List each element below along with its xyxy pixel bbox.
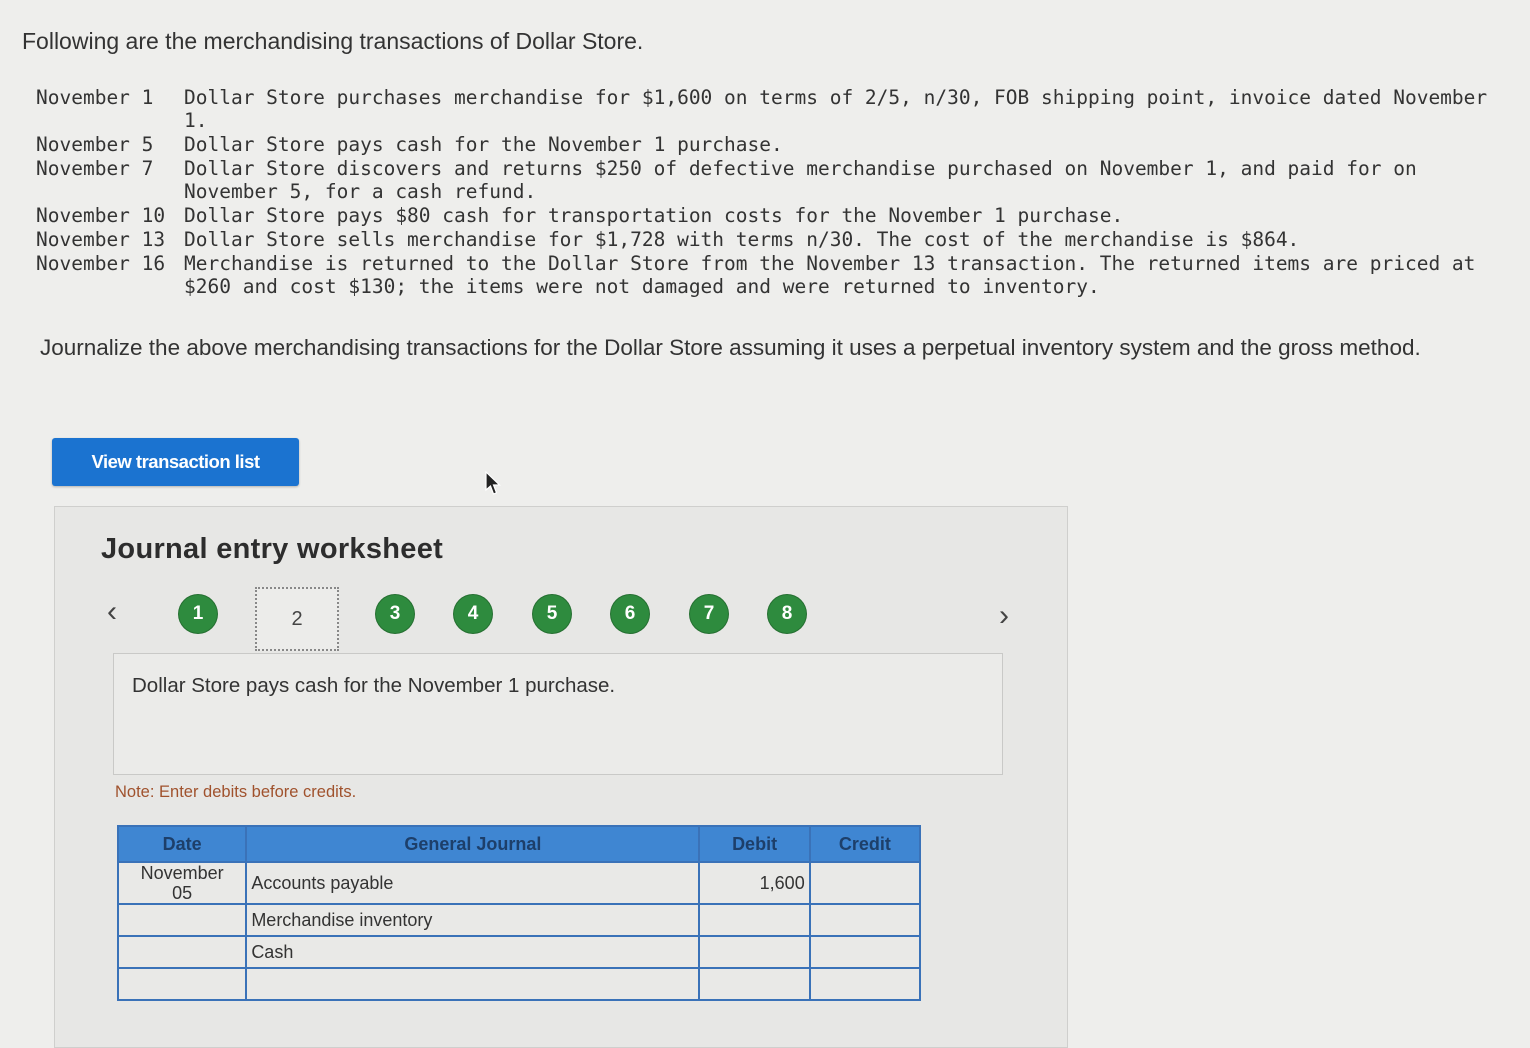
transaction-text: Dollar Store sells merchandise for $1,72… — [184, 228, 1300, 251]
transaction-row: November 13 Dollar Store sells merchandi… — [30, 228, 1520, 251]
debit-cell[interactable] — [698, 935, 811, 969]
transaction-text: Dollar Store pays cash for the November … — [184, 133, 783, 156]
transaction-text: Dollar Store discovers and returns $250 … — [184, 157, 1417, 203]
date-cell[interactable] — [116, 935, 248, 969]
step-2-button-current[interactable]: 2 — [255, 587, 339, 651]
column-header-credit: Credit — [808, 825, 922, 863]
account-cell[interactable]: Accounts payable — [245, 861, 701, 905]
table-header-row: Date General Journal Debit Credit — [116, 825, 922, 863]
transaction-description-box: Dollar Store pays cash for the November … — [113, 653, 1003, 775]
step-7-button[interactable]: 7 — [690, 595, 728, 633]
credit-cell[interactable] — [808, 967, 922, 1001]
transaction-row: November 5 Dollar Store pays cash for th… — [30, 133, 1520, 156]
account-cell[interactable]: Cash — [245, 935, 701, 969]
column-header-general-journal: General Journal — [245, 825, 701, 863]
transaction-text: Dollar Store purchases merchandise for $… — [184, 86, 1488, 132]
transaction-row: November 7 Dollar Store discovers and re… — [30, 157, 1520, 203]
chevron-right-icon[interactable]: › — [999, 599, 1009, 633]
transaction-date: November 13 — [36, 228, 166, 251]
step-1-button[interactable]: 1 — [179, 595, 217, 633]
transaction-text: Dollar Store pays $80 cash for transport… — [184, 204, 1124, 227]
transaction-date: November 1 — [36, 86, 154, 109]
transaction-row: November 1 Dollar Store purchases mercha… — [30, 86, 1520, 132]
debit-cell[interactable] — [698, 903, 811, 937]
mouse-cursor-icon — [485, 471, 501, 495]
date-cell[interactable] — [116, 903, 248, 937]
step-6-button[interactable]: 6 — [611, 595, 649, 633]
step-5-button[interactable]: 5 — [533, 595, 571, 633]
general-journal-table: Date General Journal Debit Credit Novemb… — [116, 825, 922, 1001]
column-header-debit: Debit — [698, 825, 811, 863]
date-cell[interactable] — [116, 967, 248, 1001]
chevron-left-icon[interactable]: ‹ — [107, 595, 117, 629]
debit-cell[interactable] — [698, 967, 811, 1001]
account-cell[interactable]: Merchandise inventory — [245, 903, 701, 937]
debit-cell[interactable]: 1,600 — [698, 861, 811, 905]
date-cell[interactable]: November 05 — [116, 861, 248, 905]
table-row — [116, 967, 922, 1001]
worksheet-title: Journal entry worksheet — [101, 533, 444, 565]
transaction-date: November 10 — [36, 204, 166, 227]
step-4-button[interactable]: 4 — [454, 595, 492, 633]
transaction-row: November 16 Merchandise is returned to t… — [30, 252, 1520, 298]
table-row: Cash — [116, 935, 922, 969]
transaction-description: Dollar Store pays cash for the November … — [132, 674, 616, 697]
step-3-button[interactable]: 3 — [376, 595, 414, 633]
journal-entry-worksheet: Journal entry worksheet ‹ 1 2 3 4 5 6 7 … — [54, 506, 1068, 1048]
credit-cell[interactable] — [808, 935, 922, 969]
step-8-button[interactable]: 8 — [768, 595, 806, 633]
note-text: Note: Enter debits before credits. — [115, 783, 357, 801]
view-transaction-list-button[interactable]: View transaction list — [52, 438, 299, 486]
table-row: Merchandise inventory — [116, 903, 922, 937]
transaction-date: November 16 — [36, 252, 166, 275]
transaction-text: Merchandise is returned to the Dollar St… — [184, 252, 1476, 298]
intro-text: Following are the merchandising transact… — [22, 28, 644, 54]
transaction-list: November 1 Dollar Store purchases mercha… — [30, 86, 1520, 299]
column-header-date: Date — [116, 825, 248, 863]
transaction-row: November 10 Dollar Store pays $80 cash f… — [30, 204, 1520, 227]
credit-cell[interactable] — [808, 903, 922, 937]
instructions-text: Journalize the above merchandising trans… — [40, 335, 1421, 360]
table-row: November 05 Accounts payable 1,600 — [116, 861, 922, 905]
transaction-date: November 5 — [36, 133, 154, 156]
transaction-date: November 7 — [36, 157, 154, 180]
credit-cell[interactable] — [808, 861, 922, 905]
account-cell[interactable] — [245, 967, 701, 1001]
